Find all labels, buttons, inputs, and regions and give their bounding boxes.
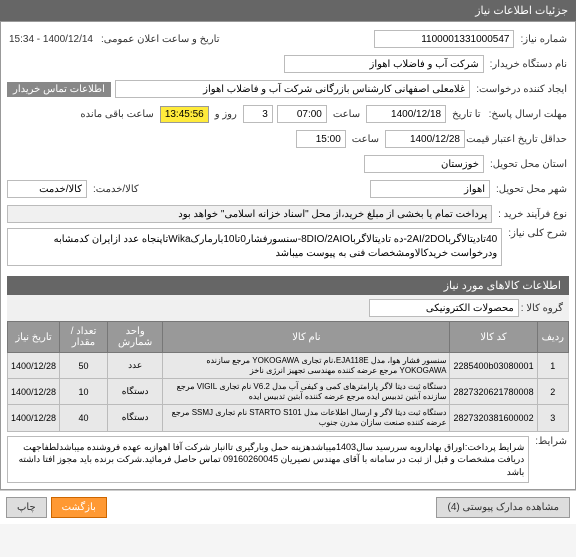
send-deadline-date: 1400/12/18 [366,105,446,123]
footer-bar: مشاهده مدارک پیوستی (4) بازگشت چاپ [0,490,576,524]
cell-name: دستگاه ثبت دیتا لاگر و ارسال اطلاعات مدل… [163,405,450,431]
items-table: ردیف کد کالا نام کالا واحد شمارش تعداد /… [7,321,569,432]
page-header: جزئیات اطلاعات نیاز [0,0,576,21]
service-label: کالا/خدمت: [91,184,141,195]
need-number-label: شماره نیاز: [518,34,569,45]
creator-label: ایجاد کننده درخواست: [474,84,569,95]
desc-label: شرح کلی نیاز: [506,228,569,239]
announce-value: 1400/12/14 - 15:34 [7,34,95,45]
cell-qty: 40 [60,405,108,431]
validity-label: حداقل تاریخ اعتبار قیمت تا تاریخ: [469,134,569,145]
remaining-time: 13:45:56 [160,106,209,123]
city-label: شهر محل تحویل: [494,184,569,195]
process-label: نوع فرآیند خرید : [496,209,569,220]
send-deadline-label: مهلت ارسال پاسخ: [487,109,569,120]
th-unit: واحد شمارش [108,322,163,353]
cell-qty: 10 [60,379,108,405]
cell-idx: 1 [537,353,568,379]
th-qty: تعداد / مقدار [60,322,108,353]
th-code: کد کالا [450,322,537,353]
form-container: شماره نیاز: 1100001331000547 تاریخ و ساع… [0,21,576,490]
province-value: خوزستان [364,155,484,173]
service-value: کالا/خدمت [7,180,87,198]
cell-unit: دستگاه [108,379,163,405]
cell-idx: 3 [537,405,568,431]
process-value: پرداخت تمام یا بخشی از مبلغ خرید،از محل … [7,205,492,223]
days-label: روز و [213,109,239,120]
need-number-value: 1100001331000547 [374,30,514,48]
th-idx: ردیف [537,322,568,353]
th-date: تاریخ نیاز [8,322,60,353]
validity-date: 1400/12/28 [385,130,465,148]
creator-value: غلامعلی اصفهانی کارشناس بازرگانی شرکت آب… [115,80,470,98]
validity-time: 15:00 [296,130,346,148]
cell-code: 2827320381600002 [450,405,537,431]
remaining-label: ساعت باقی مانده [78,109,155,120]
cell-name: دستگاه ثبت دیتا لاگر پارامترهای کمی و کی… [163,379,450,405]
cell-code: 2285400b03080001 [450,353,537,379]
attachments-button[interactable]: مشاهده مدارک پیوستی (4) [436,497,570,518]
print-button[interactable]: چاپ [6,497,47,518]
cell-qty: 50 [60,353,108,379]
cell-name: سنسور فشار هوا، مدل EJA118E،نام تجاری YO… [163,353,450,379]
cell-unit: عدد [108,353,163,379]
send-deadline-time-label: ساعت [331,109,362,120]
cell-idx: 2 [537,379,568,405]
send-deadline-date-label: تا تاریخ [450,109,483,120]
th-name: نام کالا [163,322,450,353]
back-button[interactable]: بازگشت [51,497,107,518]
announce-label: تاریخ و ساعت اعلان عمومی: [99,34,222,45]
conditions-value: شرایط پرداخت:اوراق بهادارویه سررسید سال1… [7,436,529,484]
table-row: 2 2827320621780008 دستگاه ثبت دیتا لاگر … [8,379,569,405]
group-label: گروه کالا : [519,303,565,314]
items-header: اطلاعات کالاهای مورد نیاز [7,276,569,295]
buyer-label: نام دستگاه خریدار: [488,59,569,70]
cell-code: 2827320621780008 [450,379,537,405]
table-row: 1 2285400b03080001 سنسور فشار هوا، مدل E… [8,353,569,379]
conditions-label: شرایط: [533,436,569,447]
cell-date: 1400/12/28 [8,405,60,431]
cell-date: 1400/12/28 [8,379,60,405]
send-deadline-time: 07:00 [277,105,327,123]
desc-value: 40تادیتالاگربا2AI/2DO-ده تادیتالاگربا8DI… [7,228,502,266]
cell-unit: دستگاه [108,405,163,431]
contact-button[interactable]: اطلاعات تماس خریدار [7,82,111,97]
buyer-value: شرکت آب و فاضلاب اهواز [284,55,484,73]
validity-time-label: ساعت [350,134,381,145]
city-value: اهواز [370,180,490,198]
province-label: استان محل تحویل: [488,159,569,170]
cell-date: 1400/12/28 [8,353,60,379]
group-value: محصولات الکترونیکی [369,299,519,317]
table-row: 3 2827320381600002 دستگاه ثبت دیتا لاگر … [8,405,569,431]
days-value: 3 [243,105,273,123]
